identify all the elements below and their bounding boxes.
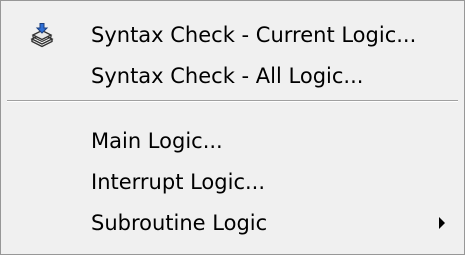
menu-item-label: Interrupt Logic... (91, 170, 266, 194)
context-menu: Syntax Check - Current Logic... Syntax C… (0, 0, 465, 255)
menu-item-interrupt-logic[interactable]: Interrupt Logic... (2, 160, 463, 204)
menu-item-label: Syntax Check - Current Logic... (91, 23, 417, 47)
menu-item-label: Main Logic... (91, 129, 223, 153)
menu-item-label: Syntax Check - All Logic... (91, 64, 364, 88)
menu-item-syntax-check-current-logic[interactable]: Syntax Check - Current Logic... (2, 13, 463, 57)
menu-separator (7, 100, 458, 102)
menu-item-main-logic[interactable]: Main Logic... (2, 119, 463, 163)
menu-item-subroutine-logic[interactable]: Subroutine Logic (2, 201, 463, 245)
menu-item-syntax-check-all-logic[interactable]: Syntax Check - All Logic... (2, 54, 463, 98)
submenu-arrow-icon (439, 217, 445, 229)
syntax-check-icon (29, 22, 55, 48)
menu-item-label: Subroutine Logic (91, 211, 268, 235)
